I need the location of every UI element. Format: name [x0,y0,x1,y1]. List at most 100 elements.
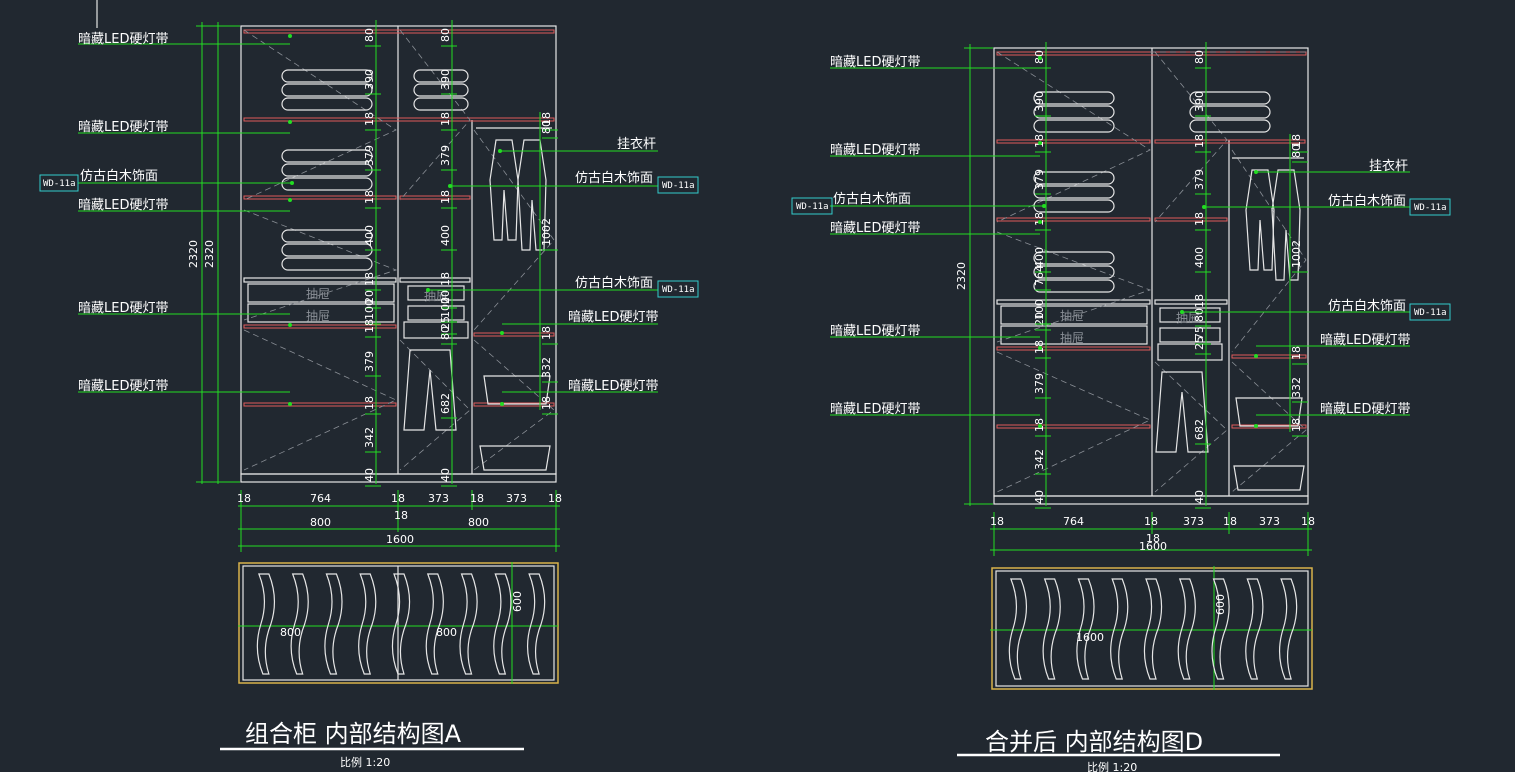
vdim-label: 80 [363,28,376,42]
vdim-label: 40 [1033,490,1046,504]
vdim-label: 80 [1290,144,1303,158]
hanger-shape [459,573,478,675]
drawer-label-a-1: 抽屉 [306,287,330,301]
vdim-label: 390 [1033,91,1046,112]
vdim-label: 25 [1193,336,1206,350]
hanger-shape [425,573,444,675]
hanger-shape [1076,578,1095,680]
vdim-label: 390 [363,69,376,90]
vdim-label: 18 [1033,134,1046,148]
scale-a: 比例 1:20 [340,755,390,769]
vdim-label: 379 [1033,373,1046,394]
led-callout-d-6: 暗藏LED硬灯带 [1320,333,1410,348]
tag-a-3: WD-11a [662,285,695,295]
hanger-shape [1008,578,1027,680]
vdim-label: 342 [363,427,376,448]
hanger-shape [1042,578,1061,680]
drawer-label-a-2: 抽屉 [306,309,330,323]
hanger-shape [1177,578,1196,680]
led-callout-a-1: 暗藏LED硬灯带 [78,32,168,47]
plan-view-d: 1600 600 [990,566,1313,690]
vdim-label: 400 [1033,247,1046,268]
hanger-shape [391,573,411,675]
vdim-label: 100 [363,299,376,320]
hanger-shape [1211,578,1230,680]
cabinet-a-shelves [243,29,555,407]
panel-d: 抽屉 抽屉 抽屉 2320 80390183791840076420100183… [791,42,1451,772]
vdim-chain-a-mid: 8039018379184001820100258068240 [439,28,457,487]
wood-callout-d-2: 仿古白木饰面 [1328,193,1406,209]
led-callout-d-7: 暗藏LED硬灯带 [1320,402,1410,417]
bdim-d-4: 373 [1183,515,1204,528]
vdim-label: 18 [439,190,452,204]
vdim-label: 379 [363,145,376,166]
bdim-a-7: 18 [548,492,562,505]
vdim-chain-a-left: 8039018379184001820100183791834240 [363,28,381,487]
callouts-d: 暗藏LED硬灯带 暗藏LED硬灯带 仿古白木饰面 WD-11a 暗藏LED硬灯带… [791,55,1451,428]
vdim-label: 379 [363,351,376,372]
vdim-label: 18 [363,190,376,204]
height-dim-a-2: 2320 [203,240,216,268]
led-callout-a-2: 暗藏LED硬灯带 [78,120,168,135]
bdim-a-6: 373 [506,492,527,505]
rod-callout-a: 挂衣杆 [617,136,656,152]
title-d: 合并后 内部结构图D [985,728,1203,756]
vdim-label: 40 [439,468,452,482]
drawer-label-d-1: 抽屉 [1060,309,1084,323]
led-callout-d-2: 暗藏LED硬灯带 [830,143,920,158]
vdim-label: 18 [363,112,376,126]
plan-dim-a-1: 800 [280,626,301,639]
hanger-shape [256,573,275,675]
vdim-label: 18 [1193,294,1206,308]
plan-dim-d-2: 600 [1214,594,1227,615]
vdim-label: 400 [363,225,376,246]
wood-callout-d-1: 仿古白木饰面 [833,191,911,207]
led-callout-a-6: 暗藏LED硬灯带 [568,310,658,325]
vdim-chain-d-right: 188010021833218 [1290,134,1308,437]
bdim-a-2: 764 [310,492,331,505]
vdim-label: 18 [1193,212,1206,226]
led-callout-a-5: 暗藏LED硬灯带 [78,379,168,394]
bdim-a-1: 18 [237,492,251,505]
vdim-label: 682 [1193,419,1206,440]
wood-callout-a-1: 仿古白木饰面 [80,168,158,184]
vdim-label: 18 [1290,346,1303,360]
height-dim-a-1: 2320 [187,240,200,268]
vdim-label: 40 [1193,490,1206,504]
height-dim-d: 2320 [955,262,968,290]
vdim-label: 379 [1193,169,1206,190]
cabinet-a-base [240,473,557,483]
hanger-shape [1110,578,1129,680]
vdim-label: 18 [1193,134,1206,148]
vdim-label: 80 [1193,50,1206,64]
hanger-shape [527,573,546,675]
bottom-dims-a: 18 764 18 373 18 373 18 800 18 800 1600 [237,490,562,552]
wood-callout-a-3: 仿古白木饰面 [575,275,653,291]
tag-d-2: WD-11a [1414,203,1447,213]
led-callout-d-4: 暗藏LED硬灯带 [830,324,920,339]
vdim-label: 80 [1193,308,1206,322]
wood-callout-d-3: 仿古白木饰面 [1328,298,1406,314]
bdim-d-3: 18 [1144,515,1158,528]
vdim-label: 332 [540,357,553,378]
led-callout-a-4: 暗藏LED硬灯带 [78,301,168,316]
tag-d-1: WD-11a [796,202,829,212]
tag-a-1: WD-11a [43,179,76,189]
bdim-a-9: 18 [394,509,408,522]
vdim-label: 342 [1033,449,1046,470]
vdim-chain-d-mid: 8039018379184001875258068240 [1193,50,1211,509]
vdim-label: 379 [439,145,452,166]
vdim-label: 400 [439,225,452,246]
vdim-label: 18 [439,112,452,126]
plan-dim-d-1: 1600 [1076,631,1104,644]
tag-d-3: WD-11a [1414,308,1447,318]
bdim-d-6: 373 [1259,515,1280,528]
plan-dim-a-3: 600 [511,591,524,612]
vdim-label: 682 [439,393,452,414]
led-callout-a-7: 暗藏LED硬灯带 [568,379,658,394]
led-callout-d-3: 暗藏LED硬灯带 [830,221,920,236]
cad-drawing-canvas: 抽屉 抽屉 抽屉 2320 2320 803901837918400182010… [39,0,1451,772]
bdim-d-total: 1600 [1139,540,1167,553]
bdim-a-8: 800 [310,516,331,529]
tag-a-2: WD-11a [662,181,695,191]
